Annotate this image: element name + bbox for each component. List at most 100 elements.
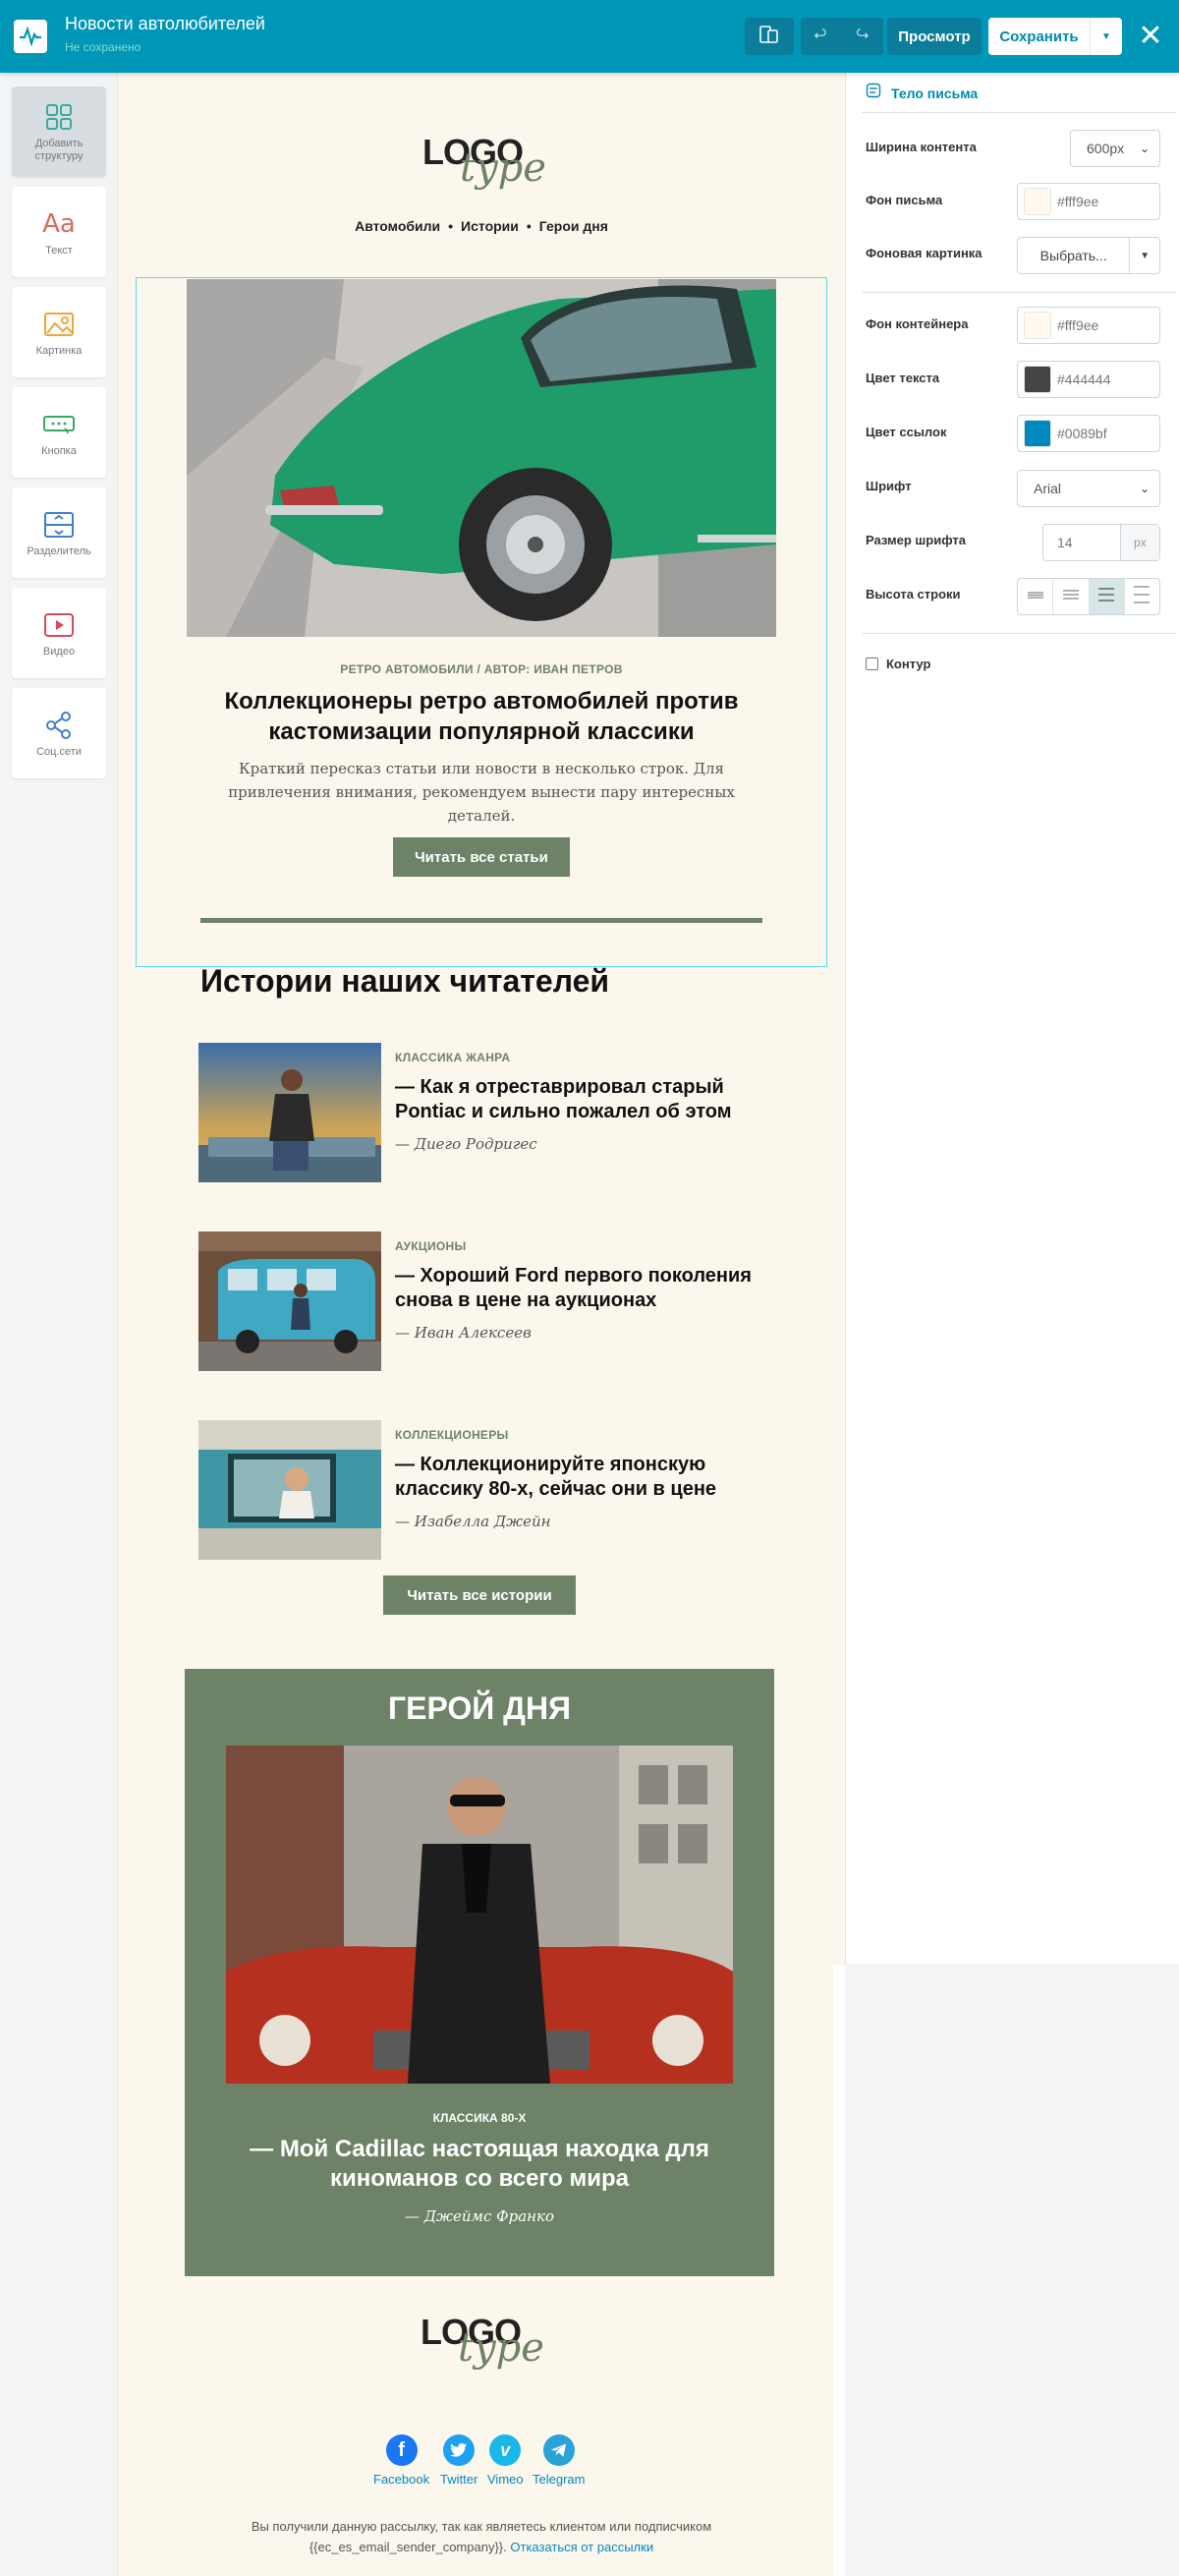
- tool-video[interactable]: Видео: [12, 588, 106, 678]
- body-settings-icon: [866, 83, 881, 103]
- story-image-japanese[interactable]: [198, 1420, 381, 1560]
- bg-color-label: Фон письма: [866, 193, 943, 207]
- story-image-ford[interactable]: [198, 1231, 381, 1371]
- image-icon: [42, 308, 76, 341]
- container-bg-label: Фон контейнера: [866, 316, 969, 331]
- tool-add-structure[interactable]: Добавить структуру: [12, 86, 106, 177]
- tool-label: Соц.сети: [36, 745, 82, 758]
- nav-link-cars[interactable]: Автомобили: [355, 218, 440, 234]
- mobile-view-button[interactable]: [745, 18, 794, 55]
- hero-kicker: РЕТРО АВТОМОБИЛИ / АВТОР: ИВАН ПЕТРОВ: [340, 662, 623, 676]
- choose-bg-image-button[interactable]: Выбрать...: [1018, 238, 1131, 273]
- container-bg-swatch[interactable]: [1024, 312, 1051, 339]
- read-all-articles-button[interactable]: Читать все статьи: [393, 837, 570, 877]
- hero-of-day-block[interactable]: ГЕРОЙ ДНЯ КЛАССИКА 80-Х — Мой Cadillac н…: [185, 1669, 774, 2276]
- tool-divider[interactable]: Разделитель: [12, 487, 106, 578]
- facebook-icon: f: [385, 2434, 418, 2466]
- outline-label: Контур: [886, 657, 931, 671]
- panel-header[interactable]: Тело письма: [866, 83, 978, 103]
- bg-color-swatch[interactable]: [1024, 188, 1051, 215]
- tool-label: Картинка: [35, 344, 83, 357]
- logo-script-text: type: [460, 145, 546, 191]
- line-height-options: [1017, 578, 1160, 615]
- divider-icon: [42, 508, 76, 542]
- panel-divider: [862, 112, 1176, 113]
- tool-image[interactable]: Картинка: [12, 287, 106, 377]
- bg-image-options-button[interactable]: ▼: [1130, 238, 1159, 273]
- social-label: Vimeo: [487, 2472, 524, 2487]
- footer-logo[interactable]: LOGO type: [421, 2312, 548, 2371]
- logo-script-text: type: [458, 2325, 544, 2371]
- tool-social[interactable]: Соц.сети: [12, 688, 106, 778]
- line-height-normal[interactable]: [1053, 579, 1090, 614]
- link-color-field[interactable]: #0089bf: [1017, 415, 1160, 452]
- link-color-label: Цвет ссылок: [866, 425, 947, 439]
- story-title[interactable]: — Хороший Ford первого поколения снова в…: [395, 1264, 788, 1313]
- properties-panel: Тело письма Ширина контента 600px ⌄ Фон …: [845, 73, 1179, 1964]
- chevron-down-icon: ⌄: [1139, 142, 1150, 155]
- story-author: — Изабелла Джейн: [395, 1513, 551, 1530]
- twitter-icon: [443, 2434, 476, 2466]
- line-height-loose[interactable]: [1125, 579, 1159, 614]
- save-button-group: Сохранить ▼: [988, 18, 1122, 55]
- chevron-down-icon: ⌄: [1139, 482, 1150, 495]
- social-telegram[interactable]: Telegram: [533, 2434, 585, 2487]
- app-logo-icon[interactable]: [14, 20, 47, 53]
- redo-button[interactable]: [842, 18, 883, 55]
- social-vimeo[interactable]: v Vimeo: [487, 2434, 524, 2487]
- outline-checkbox[interactable]: [866, 658, 878, 670]
- font-label: Шрифт: [866, 479, 912, 493]
- line-height-relaxed[interactable]: [1089, 579, 1125, 614]
- link-color-swatch[interactable]: [1024, 420, 1051, 447]
- email-logo[interactable]: LOGO type: [422, 132, 550, 191]
- document-title[interactable]: Новости автолюбителей: [65, 14, 265, 34]
- undo-button[interactable]: [801, 18, 842, 55]
- story-title[interactable]: — Коллекционируйте японскую классику 80-…: [395, 1453, 788, 1502]
- read-all-stories-button[interactable]: Читать все истории: [383, 1575, 576, 1615]
- tool-label: Кнопка: [41, 444, 77, 457]
- social-label: Facebook: [373, 2472, 430, 2487]
- font-value: Arial: [1034, 481, 1062, 496]
- tool-label: Добавить структуру: [34, 138, 84, 162]
- panel-divider: [862, 292, 1176, 293]
- social-facebook[interactable]: f Facebook: [373, 2434, 429, 2487]
- preview-button[interactable]: Просмотр: [887, 18, 982, 55]
- story-title[interactable]: — Как я отреставрировал старый Pontiac и…: [395, 1075, 788, 1124]
- container-bg-value: #fff9ee: [1057, 317, 1099, 333]
- hero-description: Краткий пересказ статьи или новости в не…: [228, 760, 735, 825]
- font-size-input[interactable]: 14: [1043, 525, 1121, 560]
- social-twitter[interactable]: Twitter: [440, 2434, 477, 2487]
- font-size-unit: px: [1120, 525, 1159, 560]
- hero-of-day-image[interactable]: [226, 1746, 733, 2084]
- save-button[interactable]: Сохранить: [988, 18, 1091, 55]
- container-bg-field[interactable]: #fff9ee: [1017, 307, 1160, 344]
- tool-button[interactable]: Кнопка: [12, 387, 106, 478]
- save-options-button[interactable]: ▼: [1091, 18, 1122, 55]
- font-select[interactable]: Arial ⌄: [1017, 470, 1160, 507]
- document-title-block: Новости автолюбителей Не сохранено: [65, 14, 265, 54]
- vimeo-icon: v: [489, 2434, 522, 2466]
- social-label: Telegram: [533, 2472, 586, 2487]
- unsubscribe-link[interactable]: Отказаться от рассылки: [510, 2540, 653, 2554]
- text-color-swatch[interactable]: [1024, 366, 1051, 393]
- nav-link-stories[interactable]: Истории: [461, 218, 519, 234]
- line-height-compact[interactable]: [1018, 579, 1054, 614]
- blocks-panel: Добавить структуру Aa Текст Картинка Кно…: [0, 73, 118, 2576]
- bg-color-field[interactable]: #fff9ee: [1017, 183, 1160, 220]
- font-size-label: Размер шрифта: [866, 533, 966, 547]
- outline-option[interactable]: Контур: [866, 657, 930, 671]
- nav-link-heroes[interactable]: Герои дня: [539, 218, 608, 234]
- content-width-select[interactable]: 600px ⌄: [1070, 130, 1160, 167]
- text-color-field[interactable]: #444444: [1017, 361, 1160, 398]
- story-author: — Иван Алексеев: [395, 1324, 532, 1342]
- share-icon: [42, 709, 76, 742]
- close-button[interactable]: ✕: [1136, 20, 1165, 53]
- video-icon: [42, 608, 76, 642]
- hero-car-image[interactable]: [187, 279, 776, 637]
- bg-image-label: Фоновая картинка: [866, 246, 982, 260]
- bg-color-value: #fff9ee: [1057, 194, 1099, 209]
- tool-text[interactable]: Aa Текст: [12, 187, 106, 277]
- panel-header-label: Тело письма: [891, 85, 979, 101]
- story-image-pontiac[interactable]: [198, 1043, 381, 1182]
- tool-label: Разделитель: [27, 544, 91, 557]
